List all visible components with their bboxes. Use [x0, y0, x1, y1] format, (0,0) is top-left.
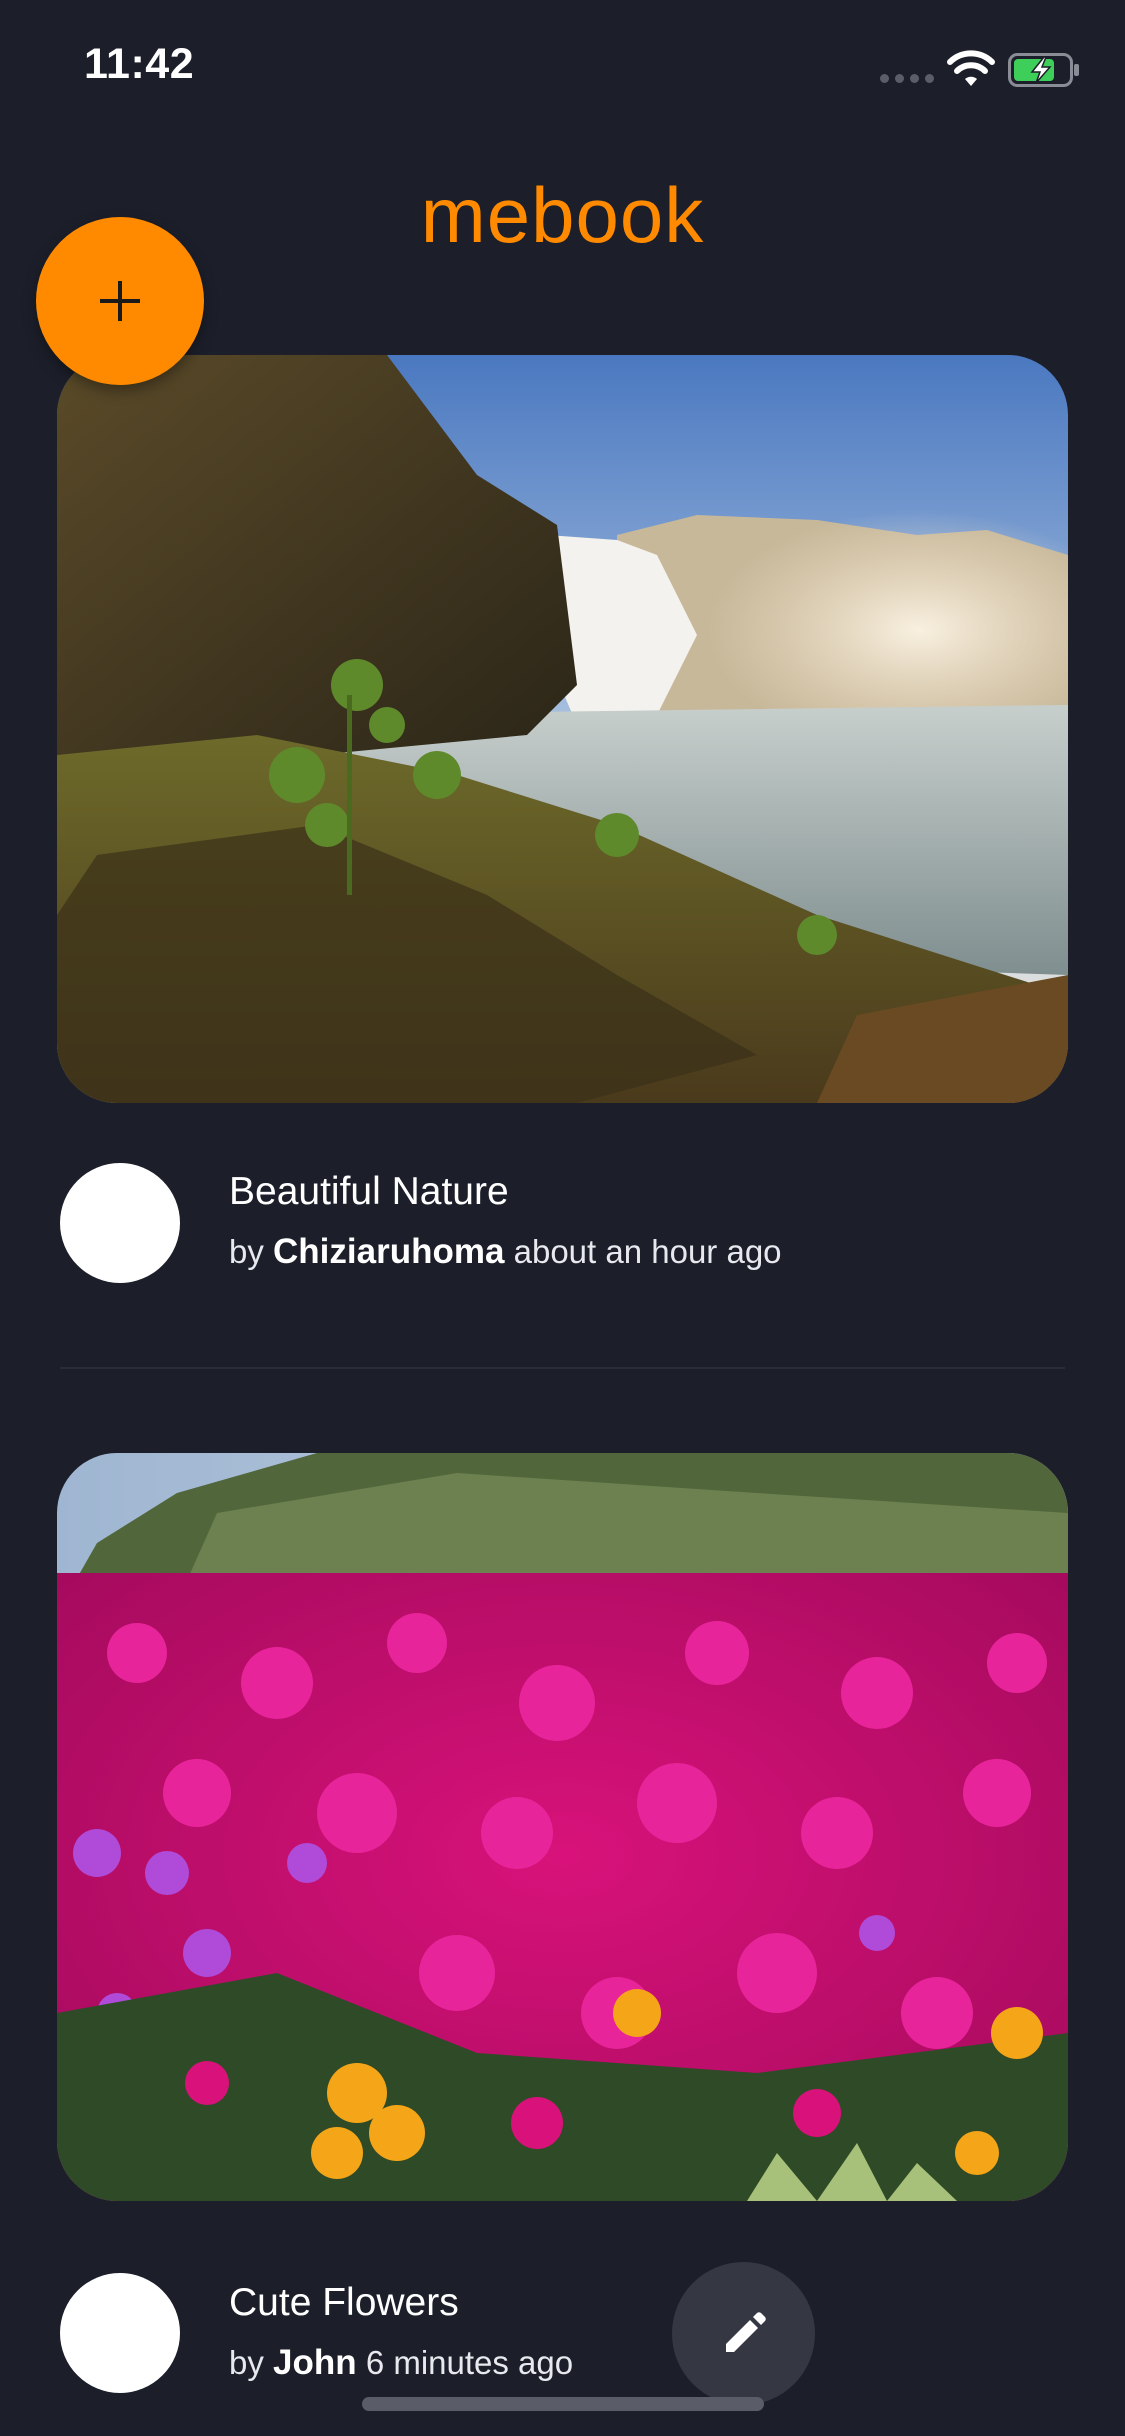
post-meta: by John 6 minutes ago	[229, 2343, 573, 2383]
waterfall-landscape-photo	[57, 355, 1068, 1103]
plus-icon	[100, 281, 140, 321]
post-image-waterfall[interactable]	[57, 355, 1068, 1103]
wifi-icon	[947, 50, 995, 86]
post-time: 6 minutes ago	[365, 2344, 574, 2381]
pencil-icon	[725, 2311, 766, 2352]
post-title[interactable]: Cute Flowers	[229, 2281, 459, 2325]
edit-post-button[interactable]	[672, 2262, 815, 2405]
post-author[interactable]: John	[273, 2343, 357, 2382]
signal-dots-icon	[880, 74, 934, 83]
status-time: 11:42	[84, 40, 195, 88]
avatar[interactable]	[60, 2273, 180, 2393]
add-post-button[interactable]	[36, 217, 204, 385]
post-by-label: by	[229, 2344, 264, 2381]
post-time: about an hour ago	[513, 1233, 782, 1270]
battery-charging-icon	[1008, 53, 1079, 87]
pink-flowers-photo	[57, 1453, 1068, 2201]
post-meta: by Chiziaruhoma about an hour ago	[229, 1232, 782, 1272]
app-screen: 11:42 mebook Beautiful Nature by Chiziar…	[0, 0, 1125, 2436]
post-title[interactable]: Beautiful Nature	[229, 1170, 509, 1214]
home-indicator[interactable]	[362, 2397, 764, 2411]
status-bar: 11:42	[0, 0, 1125, 135]
post-author[interactable]: Chiziaruhoma	[273, 1232, 504, 1271]
post-divider	[60, 1367, 1065, 1369]
post-image-flowers[interactable]	[57, 1453, 1068, 2201]
post-by-label: by	[229, 1233, 264, 1270]
avatar[interactable]	[60, 1163, 180, 1283]
